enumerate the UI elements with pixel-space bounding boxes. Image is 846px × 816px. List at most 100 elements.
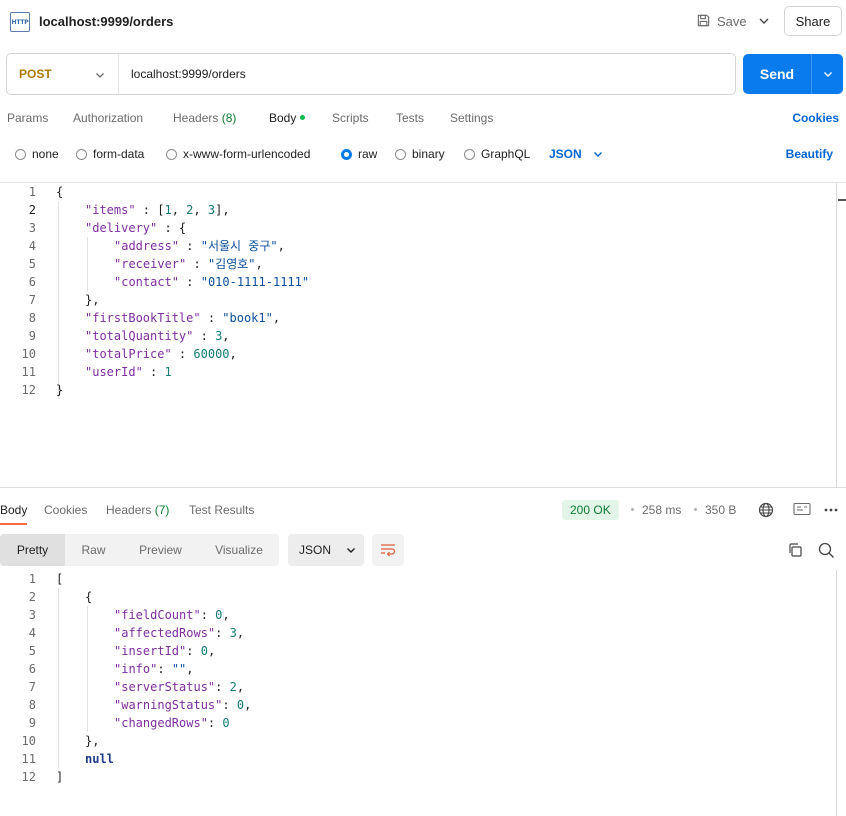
scroll-marker [838, 199, 846, 201]
response-scrollbar[interactable] [836, 570, 837, 816]
json-number: 1 [164, 365, 172, 379]
send-options-chevron-down-icon[interactable] [811, 54, 843, 94]
line-number: 10 [21, 734, 36, 748]
json-punct: [ [56, 572, 64, 586]
tab-headers[interactable]: Headers (8) [173, 111, 236, 125]
json-punct: : [215, 626, 230, 640]
copy-icon[interactable] [786, 541, 804, 559]
json-key: "firstBookTitle" [85, 311, 201, 325]
url-input[interactable] [131, 67, 691, 81]
beautify-button[interactable]: Beautify [786, 147, 833, 161]
response-time[interactable]: 258 ms [642, 503, 681, 517]
response-format-label: JSON [299, 543, 332, 557]
request-body-editor[interactable]: 1{ 2 "items" : [1, 2, 3], 3 "delivery" : {… [0, 183, 836, 487]
send-label: Send [759, 66, 795, 82]
method-select[interactable]: POST [7, 54, 119, 94]
send-button[interactable]: Send [743, 54, 843, 94]
response-size[interactable]: 350 B [705, 503, 736, 517]
json-number: 3 [229, 626, 237, 640]
json-punct: : [171, 347, 194, 361]
wrap-lines-icon [381, 544, 396, 557]
tab-authorization[interactable]: Authorization [73, 111, 143, 125]
json-number: 0 [222, 716, 230, 730]
json-punct: , [171, 203, 187, 217]
line-number: 8 [28, 698, 36, 712]
tab-settings[interactable]: Settings [450, 111, 493, 125]
json-punct: , [272, 311, 281, 325]
json-key: "delivery" [85, 221, 158, 235]
json-punct: , [255, 257, 263, 271]
json-punct: : { [157, 221, 187, 235]
radio-form-data[interactable]: form-data [76, 147, 144, 161]
response-tab-cookies[interactable]: Cookies [44, 503, 87, 517]
indent-guide [58, 201, 59, 399]
cookies-link[interactable]: Cookies [792, 111, 839, 125]
radio-none[interactable]: none [15, 147, 59, 161]
json-punct: }, [85, 734, 100, 748]
json-null: null [85, 752, 114, 766]
tab-body[interactable]: Body [269, 111, 306, 125]
tab-scripts[interactable]: Scripts [332, 111, 369, 125]
json-punct: , [244, 698, 252, 712]
json-number: 60000 [193, 347, 230, 361]
more-horizontal-icon[interactable] [822, 501, 840, 519]
json-punct: : [207, 716, 223, 730]
view-preview[interactable]: Preview [122, 534, 199, 566]
view-mode-group: Pretty Raw Preview Visualize [0, 534, 279, 566]
json-punct: : [179, 239, 201, 253]
top-bar: HTTP localhost:9999/orders Save Share [0, 0, 846, 44]
save-options-chevron-down-icon[interactable] [757, 14, 771, 28]
line-number: 1 [28, 572, 36, 586]
radio-raw[interactable]: raw [341, 147, 377, 161]
share-button[interactable]: Share [784, 6, 842, 36]
radio-circle [76, 148, 87, 160]
line-number: 2 [28, 590, 36, 604]
radio-binary[interactable]: binary [395, 147, 445, 161]
line-number: 4 [28, 626, 36, 640]
wrap-lines-button[interactable] [372, 534, 404, 566]
separator-dot [694, 508, 697, 511]
json-string: "010-1111-1111" [200, 275, 310, 289]
tab-tests[interactable]: Tests [396, 111, 424, 125]
tab-params[interactable]: Params [7, 111, 48, 125]
radio-circle [395, 148, 406, 160]
radio-urlencoded-label: x-www-form-urlencoded [183, 147, 311, 161]
search-icon[interactable] [817, 541, 835, 559]
view-pretty[interactable]: Pretty [0, 534, 65, 566]
radio-graphql[interactable]: GraphQL [464, 147, 530, 161]
save-example-icon[interactable] [793, 500, 811, 518]
view-visualize[interactable]: Visualize [199, 534, 279, 566]
line-number: 9 [28, 329, 36, 343]
line-number: 11 [21, 365, 36, 379]
json-punct: { [85, 590, 93, 604]
json-punct: ], [215, 203, 230, 217]
globe-icon[interactable] [757, 501, 775, 519]
save-label: Save [717, 14, 747, 29]
json-key: "address" [114, 239, 180, 253]
response-body-viewer[interactable]: 1 [ 2 { 3 "fieldCount": 0, 4 "affectedRows":… [0, 570, 836, 816]
response-tab-headers[interactable]: Headers (7) [106, 503, 169, 517]
tab-body-label: Body [269, 111, 297, 125]
radio-circle [464, 148, 475, 160]
status-badge[interactable]: 200 OK [562, 500, 619, 520]
json-punct: : [200, 608, 216, 622]
radio-form-data-label: form-data [93, 147, 145, 161]
request-title[interactable]: localhost:9999/orders [39, 14, 173, 29]
response-format-select[interactable]: JSON [288, 534, 364, 566]
json-key: "items" [85, 203, 136, 217]
response-tab-body[interactable]: Body [0, 503, 28, 525]
line-number: 6 [28, 275, 36, 289]
radio-raw-label: raw [358, 147, 378, 161]
json-key: "insertId" [114, 644, 187, 658]
language-select[interactable]: JSON [549, 147, 604, 161]
indent-guide [87, 606, 88, 732]
radio-urlencoded[interactable]: x-www-form-urlencoded [166, 147, 310, 161]
save-button[interactable]: Save [692, 8, 751, 35]
pane-splitter[interactable] [0, 487, 846, 488]
editor-scrollbar[interactable] [836, 183, 837, 487]
line-number: 6 [28, 662, 36, 676]
json-punct: : [186, 257, 208, 271]
view-raw[interactable]: Raw [65, 534, 122, 566]
response-tab-test-results[interactable]: Test Results [189, 503, 254, 517]
response-tab-headers-label: Headers [106, 503, 152, 517]
